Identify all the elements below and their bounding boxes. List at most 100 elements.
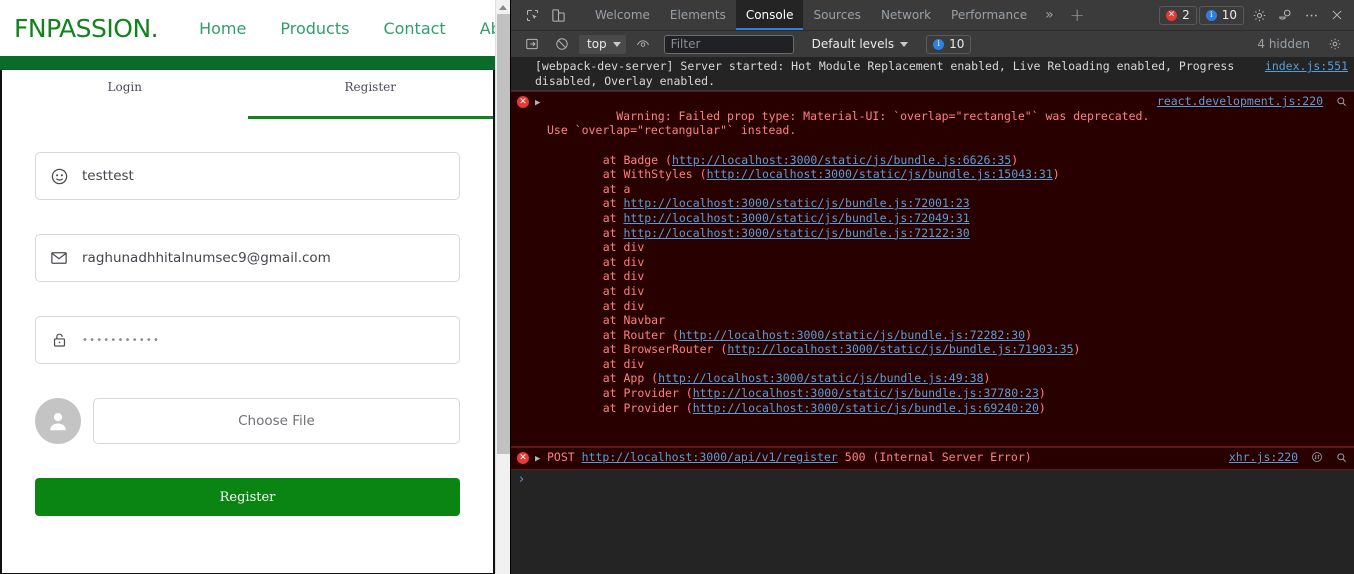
console-message-error-warning[interactable]: ✕ ▶ Warning: Failed prop type: Material-… bbox=[511, 91, 1354, 448]
auth-tabs: Login Register bbox=[2, 70, 494, 119]
nav-link-products[interactable]: Products bbox=[263, 19, 366, 38]
console-message-list[interactable]: [webpack-dev-server] Server started: Hot… bbox=[511, 57, 1354, 574]
tab-welcome[interactable]: Welcome bbox=[585, 0, 660, 30]
nav-link-about[interactable]: About bbox=[463, 19, 495, 38]
issue-badges: 2 10 bbox=[1159, 5, 1246, 25]
tab-performance[interactable]: Performance bbox=[941, 0, 1037, 30]
clear-console-icon[interactable] bbox=[519, 32, 545, 56]
stack-line-url[interactable]: http://localhost:3000/static/js/bundle.j… bbox=[707, 167, 1053, 181]
stack-line-url[interactable]: http://localhost:3000/static/js/bundle.j… bbox=[658, 371, 983, 385]
network-error-space bbox=[575, 450, 582, 464]
scrollbar-up-arrow-icon[interactable] bbox=[496, 0, 510, 14]
stack-line-suffix: ) bbox=[983, 371, 991, 386]
error-message-gutter: ✕ bbox=[511, 94, 535, 444]
stack-line-prefix: at Router ( bbox=[575, 327, 679, 342]
source-link-index-js[interactable]: index.js:551 bbox=[1265, 59, 1348, 73]
stack-line-url[interactable]: http://localhost:3000/static/js/bundle.j… bbox=[672, 153, 1011, 167]
stack-line-prefix: at div bbox=[575, 254, 645, 269]
stack-line-prefix: at App ( bbox=[575, 371, 659, 386]
stack-trace-line: at WithStyles (http://localhost:3000/sta… bbox=[547, 167, 1151, 182]
message-gutter bbox=[511, 59, 535, 88]
page-scrollbar[interactable] bbox=[495, 0, 510, 574]
devtools-dock-icon[interactable] bbox=[1272, 3, 1298, 27]
nav-link-home[interactable]: Home bbox=[182, 19, 263, 38]
execution-context-select[interactable]: top bbox=[579, 34, 626, 54]
error-count-badge[interactable]: 2 bbox=[1159, 5, 1197, 25]
password-field[interactable]: ••••••••••• bbox=[35, 316, 460, 364]
stack-line-prefix: at div bbox=[575, 356, 645, 371]
stack-line-prefix: at a bbox=[575, 181, 631, 196]
no-entry-icon[interactable] bbox=[549, 32, 575, 56]
info-count-badge[interactable]: 10 bbox=[1198, 5, 1244, 25]
scrollbar-thumb[interactable] bbox=[497, 14, 510, 454]
log-levels-select[interactable]: Default levels bbox=[811, 37, 909, 51]
inspect-element-icon[interactable] bbox=[519, 3, 545, 27]
register-form: testtest raghunadhhitalnumsec9@gmail.com bbox=[2, 116, 493, 516]
tab-register[interactable]: Register bbox=[247, 70, 494, 119]
stack-line-url[interactable]: http://localhost:3000/static/js/bundle.j… bbox=[679, 328, 1025, 342]
live-expression-icon[interactable] bbox=[630, 32, 656, 56]
browser-page-pane: FNPASSION. Home Products Contact About L… bbox=[0, 0, 510, 574]
device-toolbar-icon[interactable] bbox=[545, 3, 571, 27]
register-submit-button[interactable]: Register bbox=[35, 478, 460, 516]
expand-arrow-icon-network[interactable]: ▶ bbox=[535, 450, 547, 467]
gear-icon[interactable] bbox=[1246, 3, 1272, 27]
tab-sources[interactable]: Sources bbox=[803, 0, 870, 30]
username-value: testtest bbox=[82, 168, 134, 184]
stack-line-suffix: ) bbox=[1052, 167, 1060, 182]
plus-icon[interactable]: + bbox=[1062, 5, 1093, 26]
nav-links: Home Products Contact About bbox=[182, 19, 495, 38]
log-levels-label: Default levels bbox=[811, 37, 895, 51]
console-message-info[interactable]: [webpack-dev-server] Server started: Hot… bbox=[511, 57, 1354, 92]
info-count-value: 10 bbox=[1221, 8, 1237, 22]
source-link-react-development-js[interactable]: react.development.js:220 bbox=[1157, 94, 1323, 108]
info-dot-icon-filterbar bbox=[933, 38, 945, 50]
stack-trace-line: at div bbox=[547, 255, 1151, 270]
stack-line-url[interactable]: http://localhost:3000/static/js/bundle.j… bbox=[623, 196, 969, 210]
tab-elements[interactable]: Elements bbox=[660, 0, 736, 30]
filterbar-info-count: 10 bbox=[949, 37, 965, 51]
tab-console[interactable]: Console bbox=[735, 0, 804, 30]
nav-link-contact[interactable]: Contact bbox=[366, 19, 462, 38]
stack-line-url[interactable]: http://localhost:3000/static/js/bundle.j… bbox=[623, 211, 969, 225]
network-error-method: POST bbox=[547, 450, 575, 465]
email-field[interactable]: raghunadhhitalnumsec9@gmail.com bbox=[35, 234, 460, 282]
password-value: ••••••••••• bbox=[82, 334, 161, 346]
info-message-source: index.js:551 bbox=[1265, 59, 1354, 88]
tab-login[interactable]: Login bbox=[2, 70, 248, 116]
stack-line-url[interactable]: http://localhost:3000/static/js/bundle.j… bbox=[693, 401, 1039, 415]
expand-arrow-icon[interactable]: ▶ bbox=[535, 94, 547, 444]
network-error-source: xhr.js:220 bbox=[1229, 450, 1354, 467]
close-icon[interactable] bbox=[1324, 3, 1350, 27]
stack-line-url[interactable]: http://localhost:3000/static/js/bundle.j… bbox=[623, 226, 969, 240]
network-error-status: 500 (Internal Server Error) bbox=[844, 450, 1032, 465]
source-link-xhr-js[interactable]: xhr.js:220 bbox=[1229, 450, 1298, 464]
stack-trace-line: at Navbar bbox=[547, 313, 1151, 328]
network-error-url[interactable]: http://localhost:3000/api/v1/register bbox=[582, 450, 838, 464]
stack-line-prefix: at Provider ( bbox=[575, 386, 693, 401]
console-prompt[interactable]: › bbox=[511, 470, 1354, 488]
network-request-icon[interactable] bbox=[1310, 451, 1323, 464]
username-field[interactable]: testtest bbox=[35, 152, 460, 200]
network-error-gutter: ✕ bbox=[511, 450, 535, 467]
site-logo: FNPASSION. bbox=[14, 13, 159, 43]
stack-trace-line: at Badge (http://localhost:3000/static/j… bbox=[547, 153, 1151, 168]
devtools-topbar: Welcome Elements Console Sources Network… bbox=[511, 0, 1354, 30]
prompt-caret-icon: › bbox=[519, 472, 525, 488]
chevron-double-right-icon[interactable]: » bbox=[1037, 7, 1062, 23]
tab-network[interactable]: Network bbox=[871, 0, 941, 30]
stack-trace-line: at http://localhost:3000/static/js/bundl… bbox=[547, 226, 1151, 241]
choose-file-button[interactable]: Choose File bbox=[93, 398, 460, 444]
console-settings-gear-icon[interactable] bbox=[1322, 32, 1348, 56]
filterbar-info-badge[interactable]: 10 bbox=[926, 34, 972, 54]
search-in-sources-icon-network[interactable] bbox=[1335, 451, 1348, 464]
console-message-network-error[interactable]: ✕ ▶ POST http://localhost:3000/api/v1/re… bbox=[511, 447, 1354, 471]
kebab-menu-icon[interactable] bbox=[1298, 3, 1324, 27]
stack-line-url[interactable]: http://localhost:3000/static/js/bundle.j… bbox=[693, 386, 1039, 400]
console-filter-input[interactable] bbox=[663, 34, 794, 54]
stack-line-prefix: at BrowserRouter ( bbox=[575, 342, 728, 357]
hidden-messages-label: 4 hidden bbox=[1257, 37, 1310, 51]
stack-line-url[interactable]: http://localhost:3000/static/js/bundle.j… bbox=[727, 342, 1073, 356]
search-in-sources-icon[interactable] bbox=[1335, 95, 1348, 108]
execution-context-value: top bbox=[587, 37, 607, 51]
